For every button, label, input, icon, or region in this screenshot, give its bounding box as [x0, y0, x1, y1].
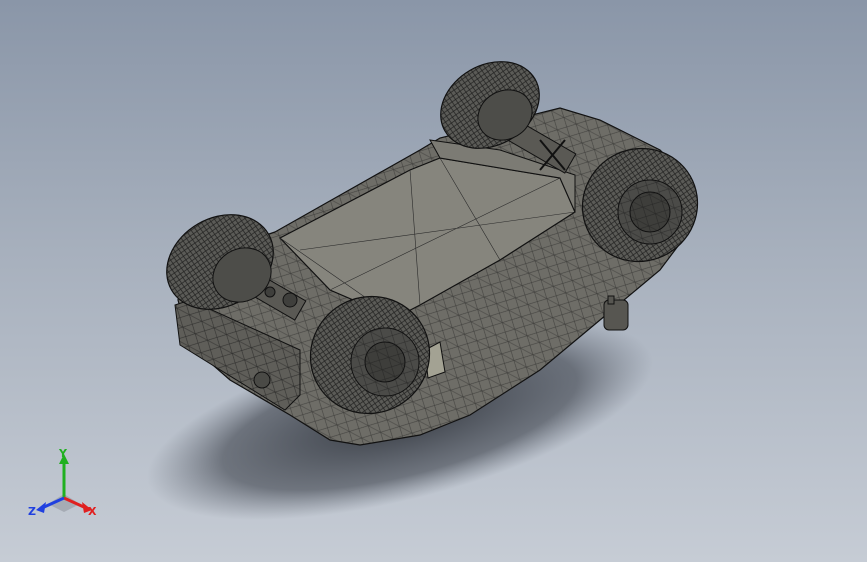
graphics-viewport[interactable]: Y X Z — [0, 0, 867, 562]
front-light — [253, 371, 271, 389]
orientation-triad[interactable]: Y X Z — [26, 446, 106, 526]
side-mirror[interactable] — [603, 295, 629, 331]
z-axis-arrow-icon — [36, 502, 46, 513]
x-axis-label: X — [88, 505, 97, 518]
z-axis-label: Z — [28, 505, 36, 518]
model-scene[interactable] — [0, 0, 867, 562]
y-axis-label: Y — [59, 447, 67, 460]
